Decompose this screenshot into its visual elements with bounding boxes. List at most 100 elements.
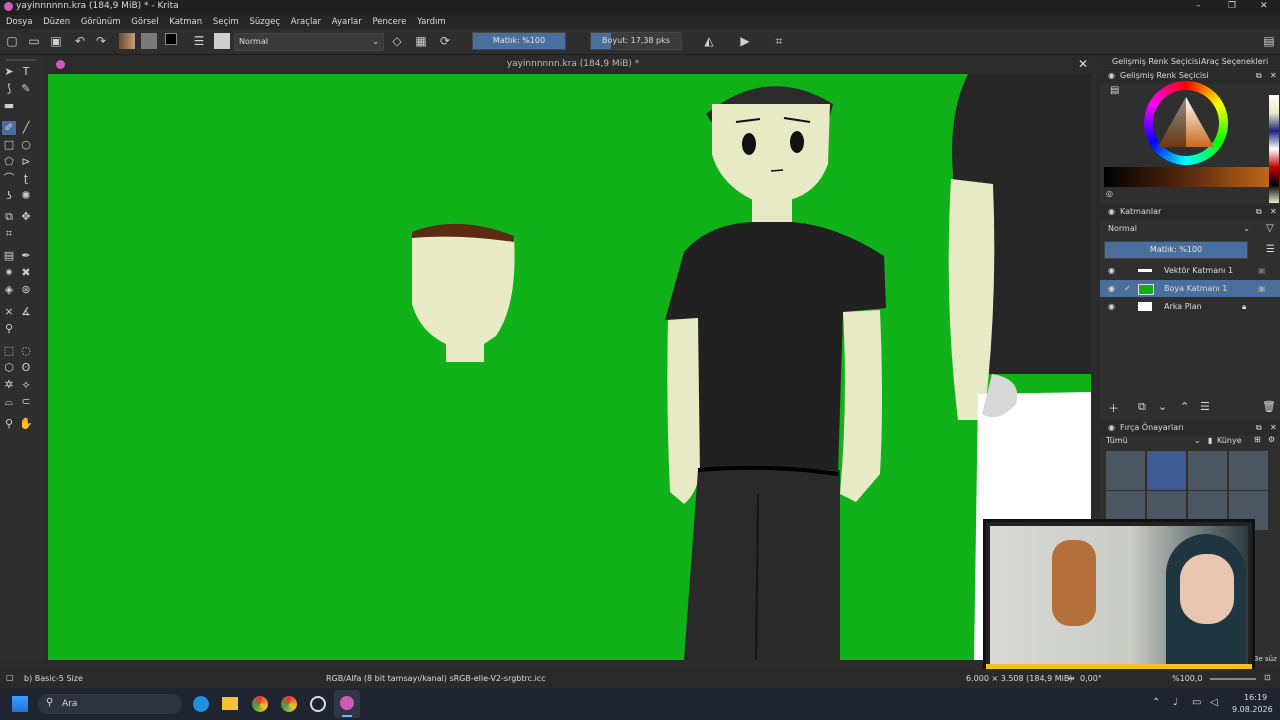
layer-row[interactable]: ◉ Arka Plan 🔒︎ <box>1100 298 1280 315</box>
smart-patch-icon[interactable]: ✷ <box>2 266 16 280</box>
zoom-fit-icon[interactable]: ⊡ <box>1264 673 1271 682</box>
krita-taskbar-button[interactable] <box>334 690 360 718</box>
bezier-tool-icon[interactable]: ⌒ <box>2 172 16 186</box>
maximize-button[interactable]: ❐ <box>1228 1 1236 11</box>
rect-select-icon[interactable]: ⬚ <box>2 344 16 358</box>
menu-ayarlar[interactable]: Ayarlar <box>332 17 362 27</box>
move-layer-up-icon[interactable]: ⌃ <box>1180 400 1189 413</box>
layer-locked-icon[interactable]: 🔒︎ <box>1242 298 1246 315</box>
enclose-fill-icon[interactable]: ⊛ <box>19 283 33 297</box>
layer-opacity-slider[interactable]: Matlık: %100 <box>1104 241 1248 259</box>
edit-brush-settings-icon[interactable]: ☰ <box>192 34 206 48</box>
taskbar-search[interactable]: ⚲ Ara <box>38 694 182 714</box>
layer-row-selected[interactable]: ◉ ✓ Boya Katmanı 1 ▣ <box>1100 280 1280 297</box>
reload-preset-icon[interactable]: ⟳ <box>438 34 452 48</box>
settings-icon[interactable]: ⚙︎ <box>1268 435 1275 444</box>
layer-lock-icon[interactable]: ▣ <box>1258 262 1266 279</box>
minimize-button[interactable]: – <box>1196 1 1201 11</box>
redo-icon[interactable]: ↷ <box>94 34 108 48</box>
panel-lock-icon[interactable]: ◉ <box>1108 69 1115 83</box>
network-icon[interactable]: ▭ <box>1192 697 1201 708</box>
foreground-color[interactable] <box>165 33 177 45</box>
calligraphy-icon[interactable]: ✎ <box>19 82 33 96</box>
recent-colors-strip[interactable] <box>1269 95 1279 203</box>
undo-icon[interactable]: ↶ <box>73 34 87 48</box>
layer-lock-icon[interactable]: ▣ <box>1258 280 1266 297</box>
menu-araclar[interactable]: Araçlar <box>291 17 321 27</box>
transform-tool-icon[interactable]: ⧉ <box>2 210 16 224</box>
close-document-icon[interactable]: ✕ <box>1078 55 1088 74</box>
menu-suzgec[interactable]: Süzgeç <box>250 17 281 27</box>
zoom-tool-icon[interactable]: ⚲ <box>2 417 16 431</box>
layer-blend-mode-select[interactable]: Normal ⌄ <box>1104 221 1256 237</box>
chrome-icon[interactable] <box>252 696 268 712</box>
menu-secim[interactable]: Seçim <box>213 17 239 27</box>
visibility-eye-icon[interactable]: ◉ <box>1108 298 1115 315</box>
brush-preset-item[interactable] <box>1106 451 1145 490</box>
visibility-eye-icon[interactable]: ◉ <box>1108 262 1115 279</box>
bezier-select-icon[interactable]: ⌓ <box>2 395 16 409</box>
tab-tool-options[interactable]: Araç Seçenekleri <box>1201 55 1268 68</box>
duplicate-layer-icon[interactable]: ⧉ <box>1138 400 1146 414</box>
layer-menu-icon[interactable]: ☰ <box>1266 244 1275 255</box>
tab-color-selector[interactable]: Gelişmiş Renk Seçicisi <box>1112 55 1200 68</box>
color-wheel[interactable] <box>1144 81 1228 165</box>
chevron-up-icon[interactable]: ⌃ <box>1152 697 1160 708</box>
menu-gorunum[interactable]: Görünüm <box>81 17 121 27</box>
freehand-path-icon[interactable]: ʈ <box>19 172 33 186</box>
polygon-tool-icon[interactable]: ⬠ <box>2 155 16 169</box>
pattern-swatch[interactable] <box>141 33 157 49</box>
brush-preset-item[interactable] <box>1188 451 1227 490</box>
zoom-slider[interactable] <box>1210 678 1256 680</box>
magnetic-select-icon[interactable]: ⊂ <box>19 395 33 409</box>
brush-preset-icon[interactable] <box>214 33 230 49</box>
workspace-icon[interactable]: ▤ <box>1262 34 1276 48</box>
menu-duzen[interactable]: Düzen <box>43 17 70 27</box>
similar-select-icon[interactable]: ⟡ <box>19 378 33 392</box>
add-layer-icon[interactable]: ＋ <box>1108 400 1119 416</box>
layer-properties-icon[interactable]: ☰ <box>1200 400 1210 413</box>
crop-tool-icon[interactable]: ⌗ <box>2 227 16 241</box>
reference-tool-icon[interactable]: ⚲ <box>2 322 16 336</box>
close-panel-icon[interactable]: ✕ <box>1270 69 1277 83</box>
menu-yardim[interactable]: Yardım <box>417 17 446 27</box>
gradient-edit-icon[interactable]: ▬ <box>2 99 16 113</box>
tag-icon[interactable]: ▮ <box>1208 436 1212 445</box>
drawing-canvas[interactable] <box>48 74 1091 660</box>
move-tool-icon[interactable]: ✥ <box>19 210 33 224</box>
contiguous-select-icon[interactable]: ✲ <box>2 378 16 392</box>
windows-start-icon[interactable] <box>12 696 28 712</box>
new-file-icon[interactable]: ▢ <box>5 34 19 48</box>
close-panel-icon[interactable]: ✕ <box>1270 205 1277 219</box>
panel-lock-icon[interactable]: ◉ <box>1108 421 1115 435</box>
document-tab[interactable]: yayinnnnnn.kra (184,9 MiB) * ✕ <box>48 55 1098 74</box>
eraser-icon[interactable]: ◇ <box>390 34 404 48</box>
close-window-button[interactable]: ✕ <box>1260 1 1268 11</box>
blend-mode-select[interactable]: Normal ⌄ <box>234 33 384 51</box>
chrome-profile-icon[interactable] <box>281 696 297 712</box>
opacity-slider[interactable]: Matlık: %100 <box>472 32 566 50</box>
gradient-tool-icon[interactable]: ▤ <box>2 249 16 263</box>
pan-tool-icon[interactable]: ✋ <box>19 417 33 431</box>
rectangle-tool-icon[interactable]: □ <box>2 138 16 152</box>
brush-preset-item[interactable] <box>1229 451 1268 490</box>
edge-icon[interactable] <box>193 696 209 712</box>
menu-dosya[interactable]: Dosya <box>6 17 32 27</box>
polygon-select-icon[interactable]: ⬡ <box>2 361 16 375</box>
view-options-icon[interactable]: ⊞ <box>1254 435 1261 444</box>
color-settings-icon[interactable]: ▤ <box>1110 85 1119 96</box>
float-panel-icon[interactable]: ⧉ <box>1256 69 1262 83</box>
open-file-icon[interactable]: ▭ <box>27 34 41 48</box>
smart-fill-icon[interactable]: ✖ <box>19 266 33 280</box>
file-explorer-icon[interactable] <box>222 697 238 710</box>
volume-icon[interactable]: ◁ <box>1210 697 1218 708</box>
wrap-around-icon[interactable]: ⌗ <box>772 34 786 48</box>
line-tool-icon[interactable]: ╱ <box>19 121 33 135</box>
alpha-lock-icon[interactable]: ▦ <box>414 34 428 48</box>
size-slider[interactable]: Boyut: 17,38 pks <box>590 32 682 50</box>
edit-shapes-icon[interactable]: ⟆ <box>2 82 16 96</box>
text-tool-icon[interactable]: T <box>19 65 33 79</box>
freehand-select-icon[interactable]: ʘ <box>19 361 33 375</box>
color-picker-icon[interactable]: ✒ <box>19 249 33 263</box>
brush-preset-item[interactable] <box>1147 451 1186 490</box>
